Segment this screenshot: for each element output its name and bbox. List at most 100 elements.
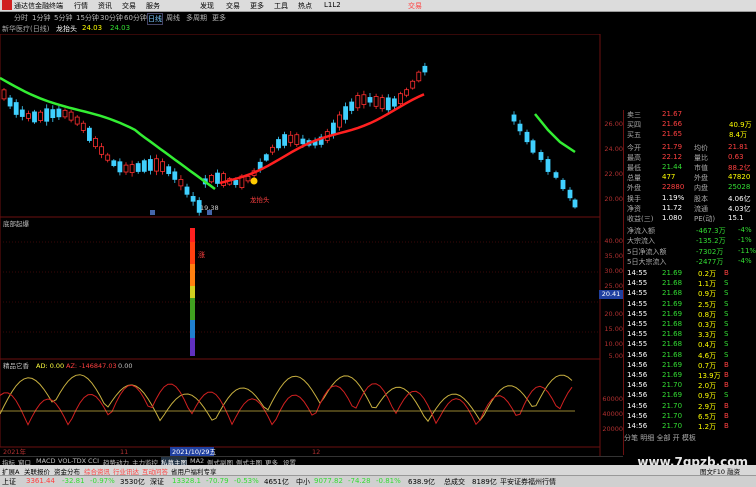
menu-item-market[interactable]: 行情 <box>74 1 88 11</box>
tab-cci[interactable]: CCI <box>88 457 99 465</box>
tf-tab-5min[interactable]: 5分钟 <box>54 13 72 23</box>
broker-name[interactable]: 平安证券福州行情 <box>500 477 556 487</box>
menu-item-trade2[interactable]: 交易 <box>226 1 240 11</box>
candlestick <box>44 108 50 122</box>
tick-time: 14:55 <box>627 279 648 288</box>
tf-tab-60min[interactable]: 60分钟 <box>124 13 147 23</box>
flow-value: -467.3万 <box>696 227 726 236</box>
flow-pct: -1% <box>738 236 752 245</box>
quote-label: 买四 <box>627 121 641 130</box>
indicator-value-2: 24.03 <box>110 24 131 32</box>
index-name[interactable]: 上证 <box>2 477 16 487</box>
marker-icon-2 <box>207 210 212 215</box>
quote-label: PE(动) <box>694 215 716 223</box>
tick-time: 14:56 <box>627 360 648 369</box>
quote-stat-row: 最低 21.44 市值 88.2亿 <box>624 163 756 173</box>
menu-item-tools[interactable]: 工具 <box>274 1 288 11</box>
tick-row: 14:56 21.70 2.0万 B <box>624 381 756 391</box>
tick-volume: 1.2万 <box>698 423 717 431</box>
tick-row: 14:55 21.68 3.3万 S <box>624 330 756 340</box>
tick-side: S <box>724 391 729 400</box>
tick-tabs[interactable]: 分笔 明细 全部 开 模板 <box>624 433 756 443</box>
flow-label: 5日大宗流入 <box>627 257 667 266</box>
candlestick <box>32 111 37 123</box>
oscillator-axis-label: 60000 <box>602 395 623 403</box>
tf-tab-30min[interactable]: 30分钟 <box>100 13 123 23</box>
quote-value: 1.19% <box>662 193 685 202</box>
menu-item-news[interactable]: 资讯 <box>98 1 112 11</box>
quote-label: 市值 <box>694 164 708 172</box>
tab-ma2[interactable]: MA2 <box>190 457 204 465</box>
index-name[interactable]: 中小 <box>296 477 310 487</box>
tick-volume: 1.1万 <box>698 280 717 289</box>
order-book-row: 买五 21.65 8.4万 <box>624 130 756 140</box>
candlestick <box>62 109 68 118</box>
quote-volume: 40.9万 <box>729 121 752 130</box>
tick-row: 14:56 21.69 13.9万 B <box>624 371 756 381</box>
tick-side: S <box>724 320 729 328</box>
quote-value: 21.67 <box>662 110 683 118</box>
tick-volume: 6.5万 <box>698 412 717 421</box>
candlestick <box>538 152 544 160</box>
app-logo-icon <box>2 0 12 10</box>
tick-time: 14:56 <box>627 350 648 359</box>
menu-item-l1l2[interactable]: L1L2 <box>324 1 341 9</box>
quote-stat-row: 净资 11.72 流通 4.03亿 <box>624 204 756 214</box>
candlestick <box>385 97 391 111</box>
tab-vol[interactable]: VOL-TDX <box>58 457 86 465</box>
chart-area[interactable]: 19.38 龙抬头 底部起爆 涨 精品它香 AD: 0.00 AZ: -1468… <box>0 34 623 456</box>
quote-value: 4.06亿 <box>728 194 751 203</box>
quote-panel: 卖三 21.67 买四 21.66 40.9万 买五 21.65 8.4万 今开 21.79 均价 2… <box>623 110 756 455</box>
v-label: 0.00 <box>118 362 132 370</box>
tick-volume: 0.2万 <box>698 270 717 278</box>
timeframe-bar: 分时 1分钟 5分钟 15分钟 30分钟 60分钟 日线 周线 多周期 更多 <box>0 12 600 25</box>
candlestick <box>517 123 523 132</box>
tick-volume: 0.3万 <box>698 321 717 329</box>
menu-item-more[interactable]: 更多 <box>250 1 264 11</box>
tf-tab-more[interactable]: 更多 <box>212 13 226 23</box>
candlestick <box>567 189 573 199</box>
flow-label: 净流入额 <box>627 227 655 236</box>
candlestick <box>233 180 239 185</box>
menu-item-hot[interactable]: 热点 <box>298 1 312 11</box>
tick-side: B <box>724 371 729 379</box>
quote-stat-row: 外盘 22880 内盘 25028 <box>624 183 756 193</box>
candlestick <box>1 89 7 100</box>
quote-stat-row: 收益(三) 1.080 PE(动) 15.1 <box>624 214 756 224</box>
ma-line-green-right <box>534 113 576 154</box>
indicator-axis-label: 20.00 <box>604 310 623 318</box>
app-title: 通达信金融终端 <box>14 2 63 10</box>
ad-label: AD: 0.00 <box>36 362 64 370</box>
order-book-row: 卖三 21.67 <box>624 110 756 120</box>
tick-price: 21.69 <box>662 360 683 369</box>
tick-price: 21.70 <box>662 401 683 410</box>
price-axis-label: 24.00 <box>604 145 623 153</box>
tf-tab-multi[interactable]: 多周期 <box>186 13 207 23</box>
index-value: 3361.44 <box>26 477 55 485</box>
menu-item-discover[interactable]: 发现 <box>200 1 214 11</box>
flow-pct: -4% <box>738 226 752 235</box>
tf-tab-weekly[interactable]: 周线 <box>166 13 180 23</box>
tick-side: S <box>724 309 729 318</box>
candlestick <box>263 154 269 161</box>
tf-tab-intraday[interactable]: 分时 <box>14 13 28 23</box>
quote-value: 11.72 <box>662 203 683 212</box>
oscillator-line-red <box>0 383 573 426</box>
tab-macd[interactable]: MACD <box>36 457 55 465</box>
tf-tab-15min[interactable]: 15分钟 <box>76 13 99 23</box>
tf-tab-1min[interactable]: 1分钟 <box>32 13 50 23</box>
quote-value: 4.03亿 <box>728 204 751 213</box>
index-name[interactable]: 深证 <box>150 477 164 487</box>
oscillator-pane <box>0 358 601 448</box>
menu-item-trade[interactable]: 交易 <box>122 1 136 11</box>
index-value: 9077.82 <box>314 477 343 485</box>
trade-button[interactable]: 交易 <box>408 1 422 11</box>
candlestick <box>410 80 416 89</box>
menu-item-service[interactable]: 服务 <box>146 1 160 11</box>
quote-stat-row: 总量 477 外盘 47820 <box>624 173 756 183</box>
candlestick <box>282 134 288 146</box>
flow-value: -135.2万 <box>696 237 726 246</box>
tick-row: 14:55 21.69 0.8万 S <box>624 310 756 320</box>
tick-row: 14:55 21.68 0.4万 S <box>624 340 756 350</box>
date-label-year: 2021年 <box>3 447 27 456</box>
